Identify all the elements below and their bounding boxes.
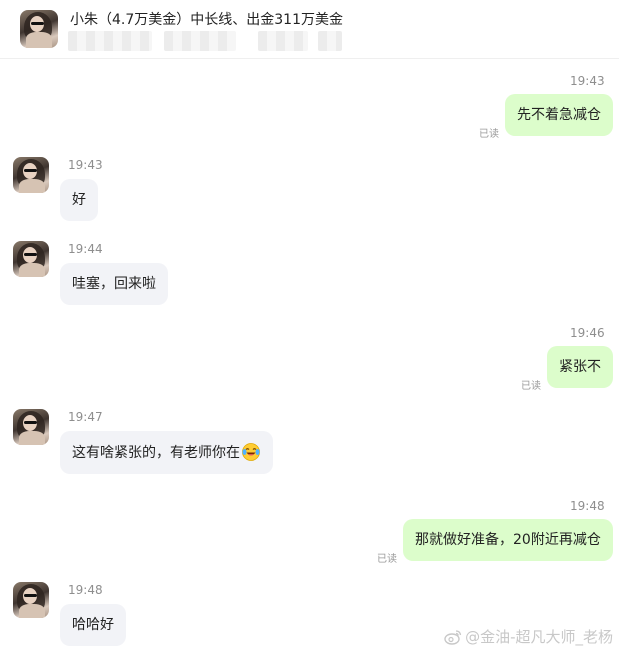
incoming-message-bubble[interactable]: 哈哈好 (60, 604, 126, 646)
contact-avatar[interactable] (13, 582, 49, 618)
watermark-text: @金油-超凡大师_老杨 (465, 628, 613, 646)
incoming-message-bubble[interactable]: 这有啥紧张的，有老师你在 (60, 431, 273, 474)
read-status: 已读 (377, 554, 397, 565)
message-time: 19:48 (570, 499, 605, 513)
weibo-icon (444, 630, 462, 645)
chat-header: 小朱（4.7万美金）中长线、出金311万美金 (0, 0, 619, 59)
message-time: 19:47 (68, 410, 103, 424)
watermark: @金油-超凡大师_老杨 (444, 626, 613, 647)
outgoing-message-bubble[interactable]: 先不着急减仓 (505, 94, 613, 136)
outgoing-message-bubble[interactable]: 紧张不 (547, 346, 613, 388)
contact-avatar[interactable] (13, 241, 49, 277)
message-text: 这有啥紧张的，有老师你在 (72, 445, 240, 461)
incoming-message-bubble[interactable]: 哇塞，回来啦 (60, 263, 168, 305)
read-status: 已读 (479, 129, 499, 140)
message-time: 19:43 (570, 74, 605, 88)
outgoing-message-bubble[interactable]: 那就做好准备，20附近再减仓 (403, 519, 613, 561)
blurred-info (258, 31, 308, 51)
chat-window: 小朱（4.7万美金）中长线、出金311万美金 19:43 先不着急减仓 已读 1… (0, 0, 619, 655)
blurred-info (318, 31, 342, 51)
contact-avatar[interactable] (20, 10, 58, 48)
contact-avatar[interactable] (13, 157, 49, 193)
chat-title: 小朱（4.7万美金）中长线、出金311万美金 (70, 12, 343, 28)
blurred-info (68, 31, 152, 51)
blurred-info (164, 31, 236, 51)
message-time: 19:44 (68, 242, 103, 256)
message-time: 19:46 (570, 326, 605, 340)
contact-avatar[interactable] (13, 409, 49, 445)
message-time: 19:48 (68, 583, 103, 597)
laughing-tears-emoji-icon (242, 443, 260, 461)
read-status: 已读 (521, 381, 541, 392)
incoming-message-bubble[interactable]: 好 (60, 179, 98, 221)
message-time: 19:43 (68, 158, 103, 172)
